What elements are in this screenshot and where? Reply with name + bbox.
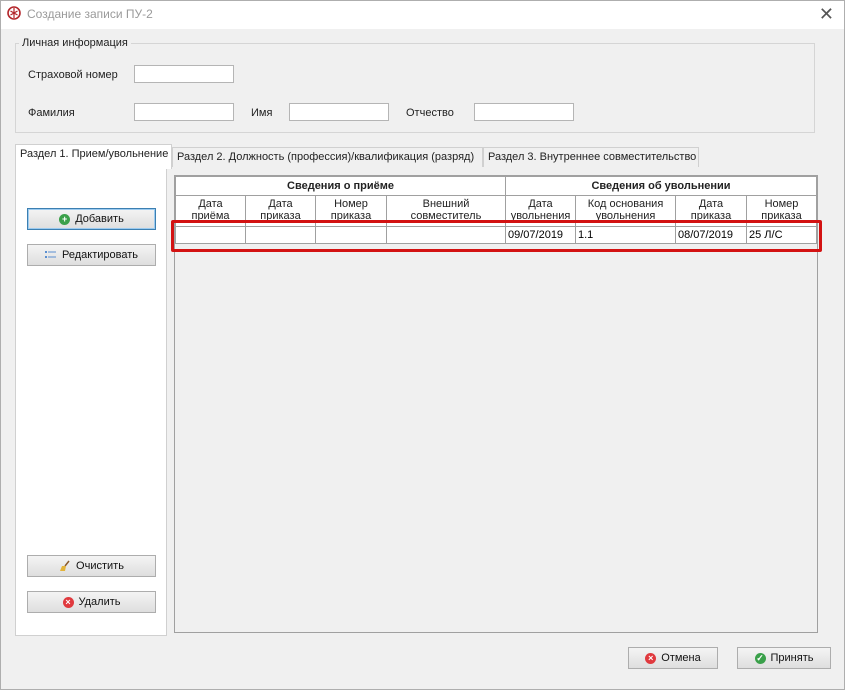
tab-section-3[interactable]: Раздел 3. Внутреннее совместительство bbox=[483, 147, 699, 167]
insurance-number-input[interactable] bbox=[134, 65, 234, 83]
table-cell[interactable] bbox=[245, 226, 316, 244]
group-header-hire: Сведения о приёме bbox=[175, 176, 506, 196]
table-cell[interactable] bbox=[315, 226, 387, 244]
table-cell[interactable] bbox=[386, 226, 506, 244]
edit-button-label: Редактировать bbox=[62, 249, 138, 261]
add-button[interactable]: + Добавить bbox=[27, 208, 156, 230]
check-circle-icon: ✓ bbox=[754, 652, 766, 664]
x-circle-icon: × bbox=[645, 652, 657, 664]
table-cell[interactable]: 1.1 bbox=[575, 226, 676, 244]
x-circle-icon: × bbox=[62, 596, 74, 608]
table-cell[interactable]: 09/07/2019 bbox=[505, 226, 576, 244]
cancel-button-label: Отмена bbox=[661, 652, 701, 664]
table-cell[interactable] bbox=[175, 226, 246, 244]
surname-label: Фамилия bbox=[28, 107, 75, 119]
delete-button[interactable]: × Удалить bbox=[27, 591, 156, 613]
personal-info-legend: Личная информация bbox=[22, 37, 128, 49]
delete-button-label: Удалить bbox=[78, 596, 121, 608]
column-header[interactable]: Внешний совместитель bbox=[386, 195, 506, 227]
clear-button[interactable]: Очистить bbox=[27, 555, 156, 577]
table-cell[interactable]: 08/07/2019 bbox=[675, 226, 747, 244]
name-input[interactable] bbox=[289, 103, 389, 121]
column-header[interactable]: Код основания увольнения bbox=[575, 195, 676, 227]
add-button-label: Добавить bbox=[75, 213, 124, 225]
list-edit-icon bbox=[45, 251, 56, 258]
column-header[interactable]: Дата приказа bbox=[675, 195, 747, 227]
column-header[interactable]: Номер приказа bbox=[746, 195, 817, 227]
clear-button-label: Очистить bbox=[76, 560, 124, 572]
column-header[interactable]: Дата увольнения bbox=[505, 195, 576, 227]
plus-circle-icon: + bbox=[59, 213, 71, 225]
group-header-dismissal: Сведения об увольнении bbox=[505, 176, 817, 196]
name-label: Имя bbox=[251, 107, 273, 119]
patronymic-label: Отчество bbox=[406, 107, 454, 119]
broom-icon bbox=[60, 560, 70, 571]
patronymic-input[interactable] bbox=[474, 103, 574, 121]
tab-section-2[interactable]: Раздел 2. Должность (профессия)/квалифик… bbox=[172, 147, 483, 167]
insurance-number-label: Страховой номер bbox=[28, 69, 118, 81]
edit-button[interactable]: Редактировать bbox=[27, 244, 156, 266]
tab-section-1[interactable]: Раздел 1. Прием/увольнение bbox=[15, 144, 172, 169]
surname-input[interactable] bbox=[134, 103, 234, 121]
records-table: Сведения о приёме Сведения об увольнении… bbox=[175, 176, 817, 244]
table-cell[interactable]: 25 Л/С bbox=[746, 226, 817, 244]
cancel-button[interactable]: × Отмена bbox=[628, 647, 718, 669]
title-bar: Создание записи ПУ-2 ✕ bbox=[1, 1, 844, 29]
column-header[interactable]: Дата приёма bbox=[175, 195, 246, 227]
accept-button-label: Принять bbox=[770, 652, 814, 664]
app-logo-icon bbox=[7, 6, 21, 20]
close-icon[interactable]: ✕ bbox=[819, 4, 834, 25]
records-grid: Сведения о приёме Сведения об увольнении… bbox=[174, 175, 818, 633]
column-header[interactable]: Номер приказа bbox=[315, 195, 387, 227]
column-header[interactable]: Дата приказа bbox=[245, 195, 316, 227]
window-title: Создание записи ПУ-2 bbox=[27, 7, 153, 21]
dialog-window: Создание записи ПУ-2 ✕ Личная информация… bbox=[0, 0, 845, 690]
accept-button[interactable]: ✓ Принять bbox=[737, 647, 831, 669]
table-row[interactable]: 09/07/2019 1.1 08/07/2019 25 Л/С bbox=[175, 226, 817, 244]
